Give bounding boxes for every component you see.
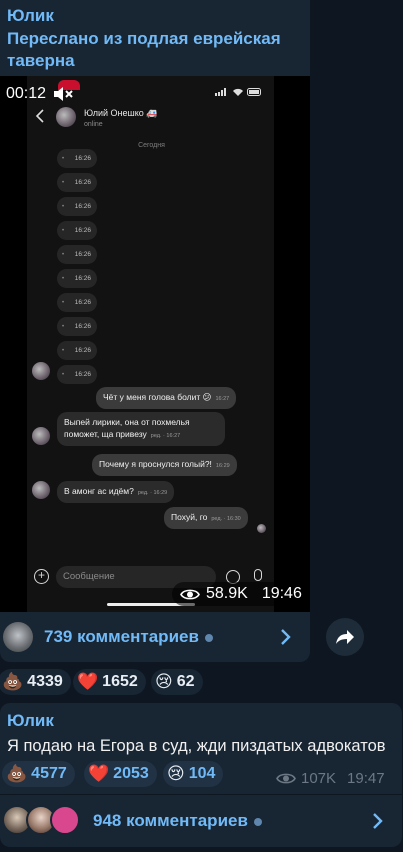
sender-avatar bbox=[32, 481, 50, 499]
message-time: 16:29 bbox=[215, 463, 230, 469]
chat-message-outgoing: Похуй, го ред. · 16:30 bbox=[164, 507, 248, 529]
commenter-avatar bbox=[50, 805, 80, 835]
sender-name[interactable]: Юлик bbox=[7, 6, 54, 26]
voice-pill: 16:26 bbox=[57, 197, 97, 216]
reaction-poop[interactable]: 💩 4339 bbox=[0, 669, 71, 695]
chevron-right-icon bbox=[281, 629, 291, 645]
eye-icon bbox=[180, 589, 200, 599]
attach-icon: + bbox=[34, 569, 49, 584]
contact-avatar bbox=[56, 107, 76, 127]
voice-pill: 16:26 bbox=[57, 269, 97, 288]
date-divider: Сегодня bbox=[138, 142, 165, 149]
reaction-crying[interactable]: 😢 104 bbox=[163, 761, 224, 787]
crying-emoji-icon: 😢 bbox=[155, 672, 173, 691]
reaction-heart[interactable]: ❤️ 1652 bbox=[73, 669, 146, 695]
reaction-count: 104 bbox=[188, 765, 216, 782]
eye-icon bbox=[276, 773, 296, 784]
crying-emoji-icon: 😢 bbox=[167, 764, 185, 783]
message-time: 19:46 bbox=[261, 585, 302, 602]
share-button[interactable] bbox=[326, 618, 364, 656]
chevron-right-icon bbox=[373, 813, 383, 829]
sender-name[interactable]: Юлик bbox=[7, 711, 54, 731]
views-count: 107K bbox=[301, 770, 337, 787]
reaction-heart[interactable]: ❤️ 2053 bbox=[84, 761, 157, 787]
poop-emoji-icon: 💩 bbox=[2, 672, 24, 691]
unread-dot bbox=[204, 633, 213, 642]
voice-pill: 16:26 bbox=[57, 245, 97, 264]
poop-emoji-icon: 💩 bbox=[6, 764, 28, 783]
chat-message-incoming: В амонг ас идём? ред. · 16:29 bbox=[57, 481, 175, 503]
video-meta: 58.9K 19:46 bbox=[172, 582, 302, 606]
contact-name: Юлий Онешко 🚑 bbox=[84, 108, 158, 118]
video-duration: 00:12 bbox=[2, 82, 78, 106]
reaction-poop[interactable]: 💩 4577 bbox=[2, 761, 75, 787]
voice-pill: 16:26 bbox=[57, 221, 97, 240]
comments-label: 948 комментариев bbox=[93, 811, 262, 831]
muted-speaker-icon[interactable] bbox=[52, 85, 74, 103]
battery-icon bbox=[247, 88, 261, 96]
message-text: Почему я проснулся голый?! bbox=[99, 459, 212, 469]
voice-pill: 16:26 bbox=[57, 365, 97, 384]
microphone-icon bbox=[254, 569, 262, 581]
message-time: 19:47 bbox=[347, 770, 385, 787]
message-text: В амонг ас идём? bbox=[64, 486, 134, 496]
chat-feed: Юлик Переслано из подлая еврейская тавер… bbox=[0, 0, 403, 852]
signal-icon bbox=[215, 88, 226, 96]
contact-status: online bbox=[84, 121, 103, 128]
read-receipt-avatar bbox=[257, 524, 266, 533]
reaction-crying[interactable]: 😢 62 bbox=[151, 669, 203, 695]
chat-message-outgoing: Чёт у меня голова болит 😕 16:27 bbox=[96, 387, 237, 409]
message-time: ред. · 16:30 bbox=[211, 516, 241, 522]
sender-avatar bbox=[32, 362, 50, 380]
message-text: Чёт у меня голова болит 😕 bbox=[103, 392, 212, 402]
message-meta: 107K 19:47 bbox=[276, 770, 385, 787]
voice-pill: 16:26 bbox=[57, 341, 97, 360]
reaction-count: 62 bbox=[176, 673, 195, 690]
sender-avatar bbox=[32, 427, 50, 445]
heart-emoji-icon: ❤️ bbox=[88, 764, 110, 783]
commenter-avatar bbox=[3, 622, 33, 652]
views-count: 58.9K bbox=[206, 585, 248, 602]
wifi-icon bbox=[233, 88, 243, 96]
reaction-count: 1652 bbox=[102, 673, 138, 690]
voice-pill: 16:26 bbox=[57, 149, 97, 168]
forwarded-from-label[interactable]: Переслано из подлая еврейская таверна bbox=[7, 28, 297, 72]
voice-pill: 16:26 bbox=[57, 293, 97, 312]
heart-emoji-icon: ❤️ bbox=[77, 672, 99, 691]
share-arrow-icon bbox=[336, 630, 354, 644]
reaction-count: 4339 bbox=[27, 673, 63, 690]
back-arrow-icon bbox=[35, 109, 44, 123]
voice-pill: 16:26 bbox=[57, 317, 97, 336]
duration-text: 00:12 bbox=[6, 85, 47, 102]
chat-message-incoming: Выпей лирики, она от похмелья поможет, щ… bbox=[57, 412, 225, 446]
message-text: Я подаю на Егора в суд, жди пиздатых адв… bbox=[7, 737, 386, 755]
phone-status-bar bbox=[215, 88, 263, 96]
chat-message-outgoing: Почему я проснулся голый?! 16:29 bbox=[92, 454, 237, 476]
comments-button[interactable]: 739 комментариев bbox=[0, 612, 310, 662]
reaction-count: 4577 bbox=[31, 765, 67, 782]
message-time: ред. · 16:27 bbox=[150, 433, 181, 439]
voice-pill: 16:26 bbox=[57, 173, 97, 192]
unread-dot bbox=[253, 817, 262, 826]
message-time: 16:27 bbox=[215, 396, 230, 402]
message-time: ред. · 16:29 bbox=[137, 490, 168, 496]
comments-label: 739 комментариев bbox=[44, 627, 213, 647]
reaction-count: 2053 bbox=[113, 765, 149, 782]
message-text: Похуй, го bbox=[171, 512, 208, 522]
